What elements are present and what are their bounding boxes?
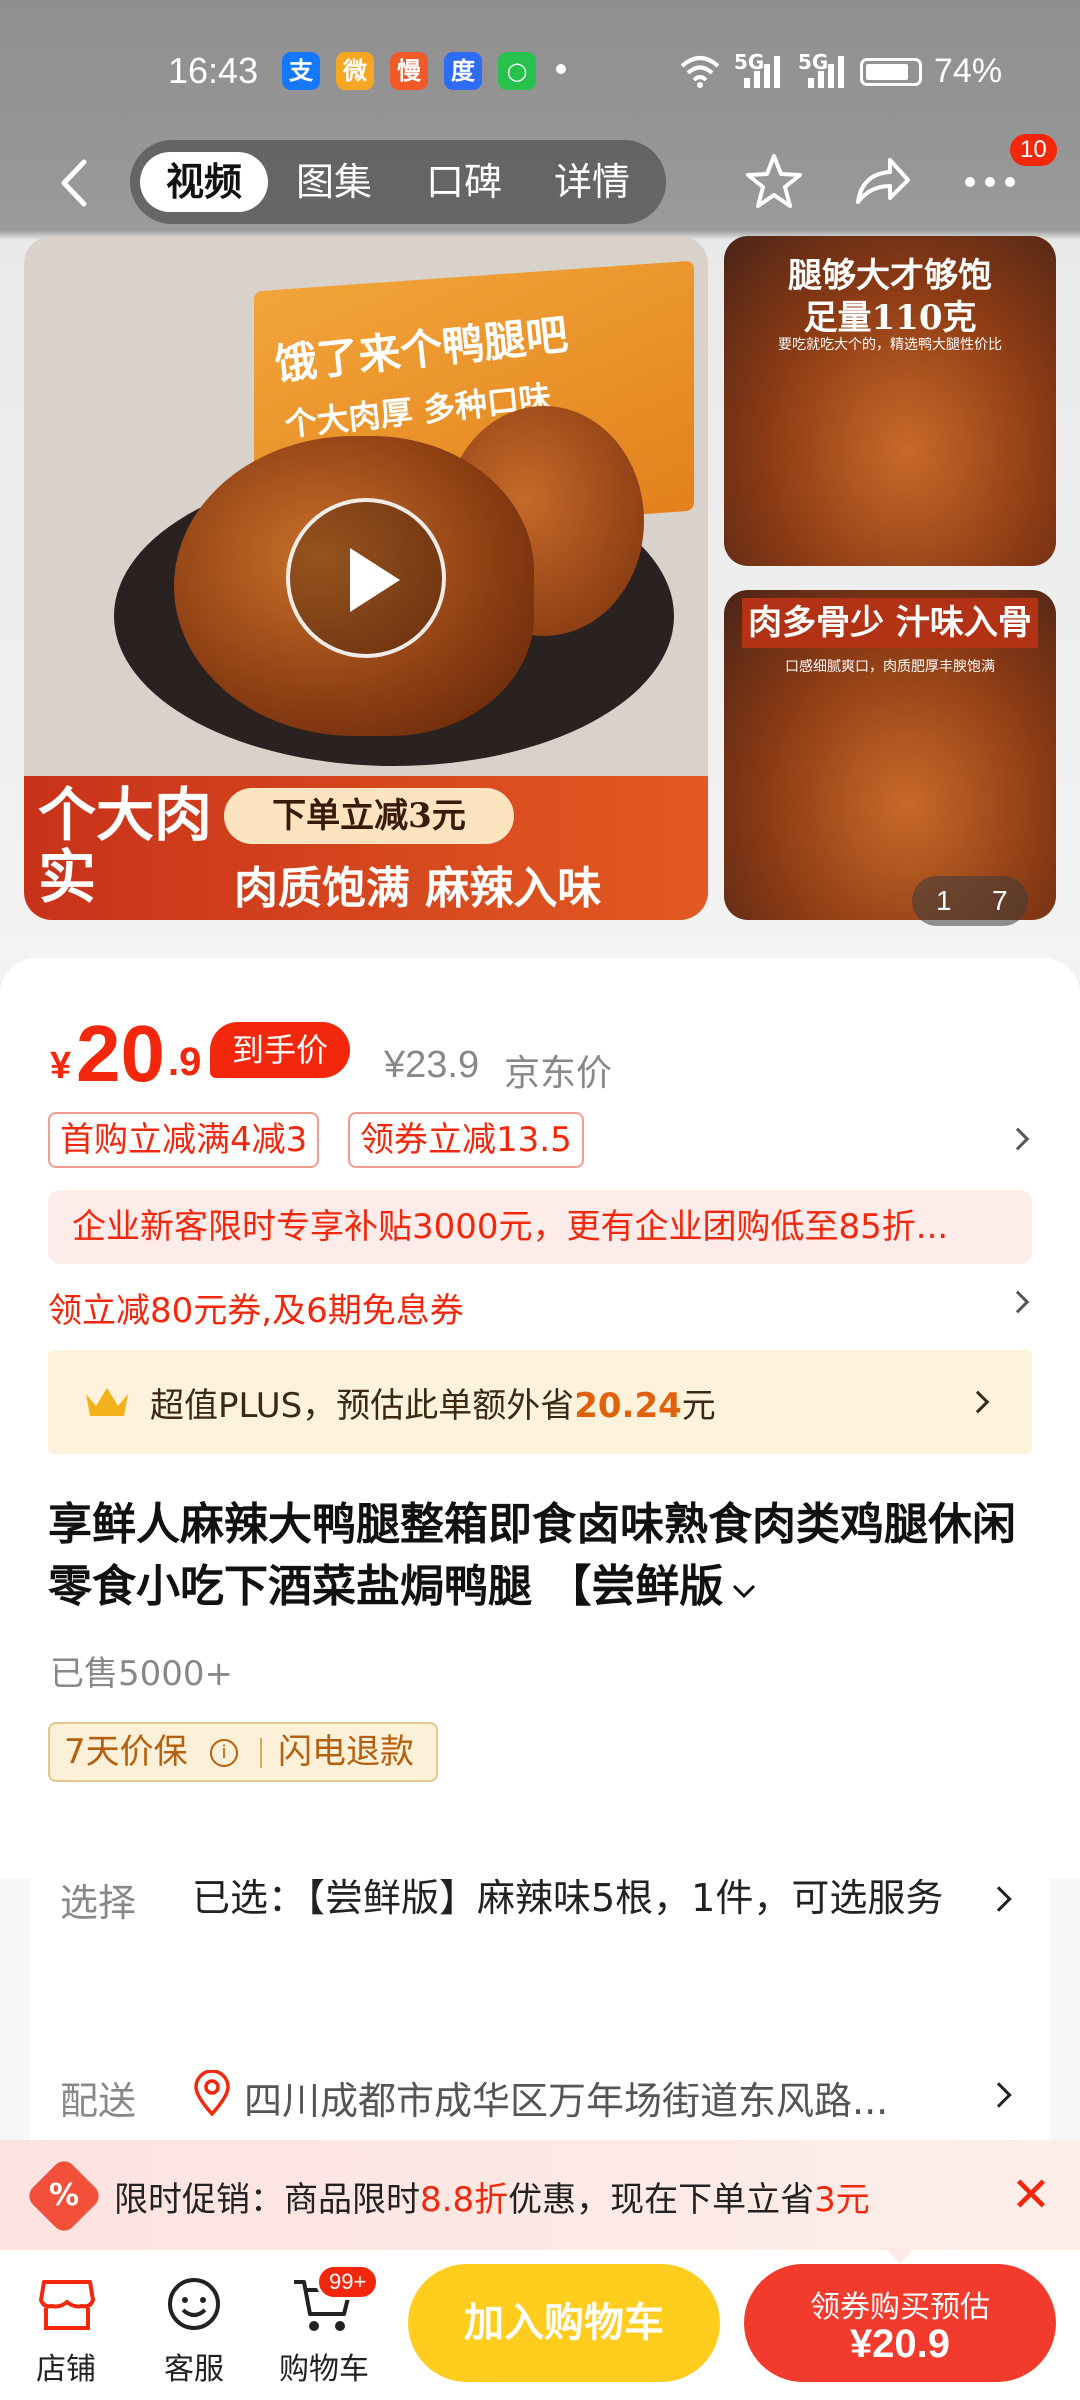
baidu-icon: 度 (444, 52, 482, 90)
banner-slogan: 肉质饱满 麻辣入味 (234, 863, 602, 914)
tab-details[interactable]: 详情 (528, 152, 656, 212)
main-video-image[interactable]: 饿了来个鸭腿吧 个大肉厚 多种口味 个大肉实 下单立减3元 肉质饱满 麻辣入味 (24, 236, 708, 920)
fast-refund-label: 闪电退款 (278, 1732, 414, 1772)
plus-chevron-icon[interactable] (966, 1390, 990, 1414)
coupon-instant[interactable]: 领券立减13.5 (348, 1112, 584, 1168)
discount-percent-icon: % (24, 2156, 104, 2236)
counter-current: 1 (936, 885, 952, 916)
product-header: 视频 图集 口碑 详情 10 (0, 134, 1080, 228)
promo-line[interactable]: 领立减80元券,及6期免息券 (48, 1283, 464, 1332)
delivery-label: 配送 (60, 2079, 137, 2123)
favorite-star-icon[interactable] (744, 152, 804, 212)
thumb-1-line3: 要吃就吃大个的，精选鸭大腿性价比 (778, 337, 1002, 353)
tab-video[interactable]: 视频 (140, 152, 268, 212)
counter-total: 7 (992, 885, 1008, 916)
gallery-thumb-1[interactable]: 腿够大才够饱 足量110克 要吃就吃大个的，精选鸭大腿性价比 (724, 236, 1056, 566)
media-tabs: 视频 图集 口碑 详情 (130, 140, 666, 224)
notification-dot-icon (556, 64, 566, 74)
price-protect-label: 7天价保 (64, 1732, 188, 1772)
close-icon[interactable]: ✕ (1006, 2170, 1056, 2220)
battery-icon (860, 58, 922, 86)
enterprise-notice[interactable]: 企业新客限时专享补贴3000元，更有企业团购低至85折... (48, 1190, 1032, 1264)
divider (260, 1738, 262, 1768)
sold-count: 已售5000+ (50, 1654, 234, 1694)
status-bar: 16:43 支 微 慢 度 ○ 5G 5G 74% (0, 0, 1080, 140)
price-symbol: ¥ (50, 1045, 72, 1087)
tab-gallery[interactable]: 图集 (270, 152, 398, 212)
banner-headline: 个大肉实 (38, 781, 213, 911)
buy-tooltip-notch (886, 2248, 914, 2264)
app-icon: 慢 (390, 52, 428, 90)
store-label: 店铺 (36, 2352, 96, 2387)
banner-discount: 下单立减3元 (224, 788, 514, 844)
more-icon[interactable] (960, 152, 1020, 212)
share-icon[interactable] (852, 152, 912, 212)
tab-reviews[interactable]: 口碑 (400, 152, 528, 212)
original-price-label: 京东价 (504, 1053, 613, 1094)
plus-text: 超值PLUS，预估此单额外省20.24元 (150, 1386, 716, 1426)
plus-banner[interactable]: 超值PLUS，预估此单额外省20.24元 (48, 1350, 1032, 1454)
price-integer: 20 (76, 1009, 165, 1098)
crown-icon (86, 1388, 128, 1416)
delivery-address[interactable]: 四川成都市成华区万年场街道东风路... (244, 2070, 888, 2125)
cart-badge: 99+ (316, 2264, 380, 2300)
chat-icon: ○ (498, 52, 536, 90)
gallery-counter: 1 7 (912, 876, 1028, 926)
service-label: 客服 (164, 2352, 224, 2387)
product-title[interactable]: 享鲜人麻辣大鸭腿整箱即食卤味熟食肉类鸡腿休闲零食小吃下酒菜盐焗鸭腿 【尝鲜版 (48, 1494, 1038, 1618)
select-value[interactable]: 已选：【尝鲜版】麻辣味5根，1件，可选服务 (192, 1862, 972, 1934)
thumb-2-caption: 肉多骨少 汁味入骨 (742, 598, 1038, 648)
alipay-icon: 支 (282, 52, 320, 90)
status-time: 16:43 (168, 50, 259, 91)
coupon-first-purchase[interactable]: 首购立减满4减3 (48, 1112, 320, 1168)
signal-icon-2 (808, 56, 844, 88)
price-decimal: .9 (168, 1040, 202, 1084)
select-label: 选择 (60, 1881, 137, 1925)
original-price: ¥23.9 (384, 1044, 480, 1086)
arrive-price-badge: 到手价 (210, 1022, 350, 1078)
cart-label: 购物车 (279, 2352, 369, 2387)
gallery-thumb-2[interactable]: 肉多骨少 汁味入骨 口感细腻爽口，肉质肥厚丰腴饱满 (724, 590, 1056, 920)
flash-promo-strip[interactable]: % 限时促销：商品限时8.8折优惠，现在下单立省3元 ✕ (0, 2140, 1080, 2250)
play-icon[interactable] (286, 498, 446, 658)
weibo-icon: 微 (336, 52, 374, 90)
buy-line2: ¥20.9 (849, 2322, 951, 2366)
flash-promo-text: 限时促销：商品限时8.8折优惠，现在下单立省3元 (114, 2180, 870, 2220)
chevron-down-icon[interactable] (731, 1581, 757, 1601)
buy-line1: 领券购买预估 (810, 2290, 990, 2325)
signal-icon (744, 56, 780, 88)
thumb-2-sub: 口感细腻爽口，肉质肥厚丰腴饱满 (785, 659, 995, 675)
add-to-cart-button[interactable]: 加入购物车 (408, 2264, 720, 2382)
customer-service-icon (168, 2278, 220, 2330)
back-icon[interactable] (50, 156, 100, 210)
buy-now-button[interactable]: 领券购买预估 ¥20.9 (744, 2264, 1056, 2382)
guarantee-badge[interactable]: 7天价保 i 闪电退款 (48, 1722, 438, 1782)
message-badge: 10 (1010, 134, 1057, 166)
wifi-icon (680, 56, 720, 88)
store-icon (39, 2280, 95, 2330)
battery-percent: 74% (934, 52, 1003, 90)
location-pin-icon (194, 2070, 230, 2116)
plus-amount: 20.24 (574, 1386, 682, 1426)
thumb-1-line2: 足量110克 (803, 298, 977, 338)
info-icon[interactable]: i (210, 1739, 238, 1767)
